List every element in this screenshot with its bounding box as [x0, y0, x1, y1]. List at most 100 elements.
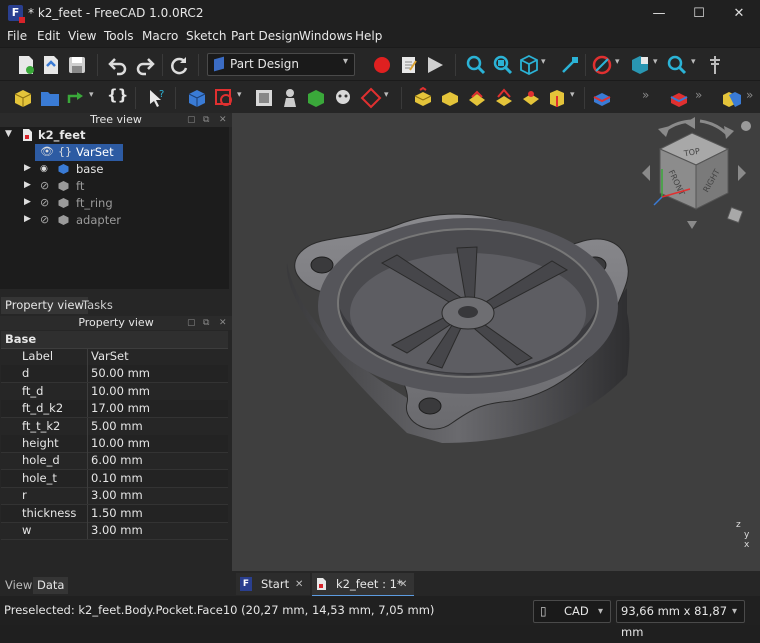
- pad-icon[interactable]: [412, 87, 434, 109]
- fillet-icon[interactable]: [668, 87, 690, 109]
- tab-data[interactable]: Data: [33, 577, 69, 594]
- workbench-selector[interactable]: Part Design ▾: [207, 53, 355, 76]
- close-panel-icon[interactable]: ✕: [219, 316, 227, 330]
- bounding-box-icon[interactable]: [559, 54, 581, 76]
- chevron-down-icon[interactable]: ▾: [691, 57, 696, 67]
- chevron-down-icon[interactable]: ▾: [653, 57, 658, 67]
- hidden-eye-icon[interactable]: ⊘: [40, 196, 49, 209]
- chevron-down-icon[interactable]: ▾: [237, 90, 242, 100]
- menu-macro[interactable]: Macro: [142, 29, 178, 43]
- property-value[interactable]: 3.00 mm: [91, 523, 143, 537]
- tab-k2-feet[interactable]: k2_feet : 1* ✕: [312, 573, 414, 597]
- pocket-icon[interactable]: [591, 87, 613, 109]
- refresh-icon[interactable]: [168, 54, 190, 76]
- property-row[interactable]: hole_d 6.00 mm: [1, 452, 228, 471]
- clone-icon[interactable]: [279, 87, 301, 109]
- toolbar-overflow-button[interactable]: »: [746, 88, 753, 102]
- tree-item-ft-ring[interactable]: ▶ ⊘ ft_ring: [0, 195, 229, 212]
- navigation-cube[interactable]: TOP FRONT RIGHT: [632, 113, 752, 233]
- property-row[interactable]: hole_t 0.10 mm: [1, 469, 228, 488]
- close-window-button[interactable]: ✕: [716, 0, 760, 27]
- property-row[interactable]: Label VarSet: [1, 348, 228, 366]
- property-value[interactable]: 6.00 mm: [91, 453, 143, 467]
- draw-style-icon[interactable]: [591, 54, 613, 76]
- property-row[interactable]: thickness 1.50 mm: [1, 504, 228, 523]
- visibility-eye-icon[interactable]: ◉: [40, 164, 48, 174]
- menu-tools[interactable]: Tools: [104, 29, 134, 43]
- chevron-down-icon[interactable]: ▾: [570, 90, 575, 100]
- property-value[interactable]: 10.00 mm: [91, 436, 150, 450]
- toolbar-overflow-button[interactable]: »: [695, 88, 702, 102]
- varset-braces-icon[interactable]: {}: [107, 86, 128, 104]
- additive-helix-icon[interactable]: [520, 87, 542, 109]
- navigation-style-selector[interactable]: ▯ CAD ▾: [533, 600, 611, 623]
- chevron-down-icon[interactable]: ▾: [615, 57, 620, 67]
- macro-edit-icon[interactable]: [398, 54, 420, 76]
- property-value[interactable]: 17.00 mm: [91, 401, 150, 415]
- create-part-icon[interactable]: [12, 87, 34, 109]
- link-actions-icon[interactable]: [65, 87, 87, 109]
- measure-icon[interactable]: [666, 54, 688, 76]
- float-icon[interactable]: ⧉: [203, 113, 209, 127]
- menu-help[interactable]: Help: [355, 29, 382, 43]
- menu-part-design[interactable]: Part Design: [231, 29, 300, 43]
- property-value[interactable]: 0.10 mm: [91, 471, 143, 485]
- dimension-selector[interactable]: 93,66 mm x 81,87 mm ▾: [616, 600, 745, 639]
- tab-property-view[interactable]: Property view: [1, 297, 88, 314]
- datum-plane-icon[interactable]: [360, 87, 382, 109]
- tree-item-base[interactable]: ▶ ◉ base: [0, 161, 229, 178]
- create-group-icon[interactable]: [39, 87, 61, 109]
- property-row[interactable]: height 10.00 mm: [1, 435, 228, 453]
- tab-view[interactable]: View: [1, 577, 36, 594]
- menu-file[interactable]: File: [7, 29, 27, 43]
- property-value[interactable]: VarSet: [91, 349, 129, 363]
- create-body-icon[interactable]: [186, 87, 208, 109]
- dock-icon[interactable]: ▢: [187, 113, 196, 127]
- property-value[interactable]: 10.00 mm: [91, 384, 150, 398]
- menu-sketch[interactable]: Sketch: [186, 29, 226, 43]
- property-value[interactable]: 50.00 mm: [91, 366, 150, 380]
- tree-item-adapter[interactable]: ▶ ⊘ adapter: [0, 212, 229, 229]
- 3d-viewport[interactable]: TOP FRONT RIGHT z y x: [232, 113, 760, 571]
- visibility-eye-icon[interactable]: 👁: [40, 145, 54, 158]
- open-document-icon[interactable]: [40, 54, 62, 76]
- std-views-icon[interactable]: [629, 54, 651, 76]
- hidden-eye-icon[interactable]: ⊘: [40, 213, 49, 226]
- tree-item-varset[interactable]: 👁 {} VarSet: [0, 144, 229, 161]
- property-group-header[interactable]: Base: [1, 331, 228, 349]
- property-value[interactable]: 5.00 mm: [91, 419, 143, 433]
- create-sketch-icon[interactable]: [213, 87, 235, 109]
- nav-cube-menu-icon[interactable]: [726, 206, 744, 224]
- close-tab-icon[interactable]: ✕: [295, 574, 303, 596]
- validate-sketch-icon[interactable]: [253, 87, 275, 109]
- fit-all-icon[interactable]: [465, 54, 487, 76]
- close-panel-icon[interactable]: ✕: [219, 113, 227, 127]
- property-row[interactable]: ft_d 10.00 mm: [1, 382, 228, 401]
- expand-arrow-icon[interactable]: ▶: [24, 180, 31, 190]
- expand-arrow-icon[interactable]: ▶: [24, 163, 31, 173]
- shape-binder-icon[interactable]: [305, 87, 327, 109]
- dock-icon[interactable]: ▢: [187, 316, 196, 330]
- property-value[interactable]: 3.00 mm: [91, 488, 143, 502]
- whats-this-icon[interactable]: ?: [146, 87, 168, 109]
- new-document-icon[interactable]: [15, 54, 37, 76]
- menu-view[interactable]: View: [68, 29, 96, 43]
- menu-windows[interactable]: Windows: [299, 29, 353, 43]
- property-row[interactable]: ft_t_k2 5.00 mm: [1, 417, 228, 436]
- expand-arrow-icon[interactable]: ▶: [24, 214, 31, 224]
- revolution-icon[interactable]: [439, 87, 461, 109]
- hidden-eye-icon[interactable]: ⊘: [40, 179, 49, 192]
- property-row[interactable]: ft_d_k2 17.00 mm: [1, 400, 228, 419]
- menu-edit[interactable]: Edit: [37, 29, 60, 43]
- tree-item-ft[interactable]: ▶ ⊘ ft: [0, 178, 229, 195]
- macro-record-icon[interactable]: [371, 54, 393, 76]
- mirror-icon[interactable]: [720, 87, 742, 109]
- expand-arrow-icon[interactable]: ▶: [24, 197, 31, 207]
- toolbar-overflow-button[interactable]: »: [642, 88, 649, 102]
- redo-icon[interactable]: [134, 54, 156, 76]
- sketch-pin-icon[interactable]: [704, 54, 726, 76]
- additive-primitive-icon[interactable]: [546, 87, 568, 109]
- property-row[interactable]: w 3.00 mm: [1, 522, 228, 540]
- additive-pipe-icon[interactable]: [493, 87, 515, 109]
- macro-run-icon[interactable]: [424, 54, 446, 76]
